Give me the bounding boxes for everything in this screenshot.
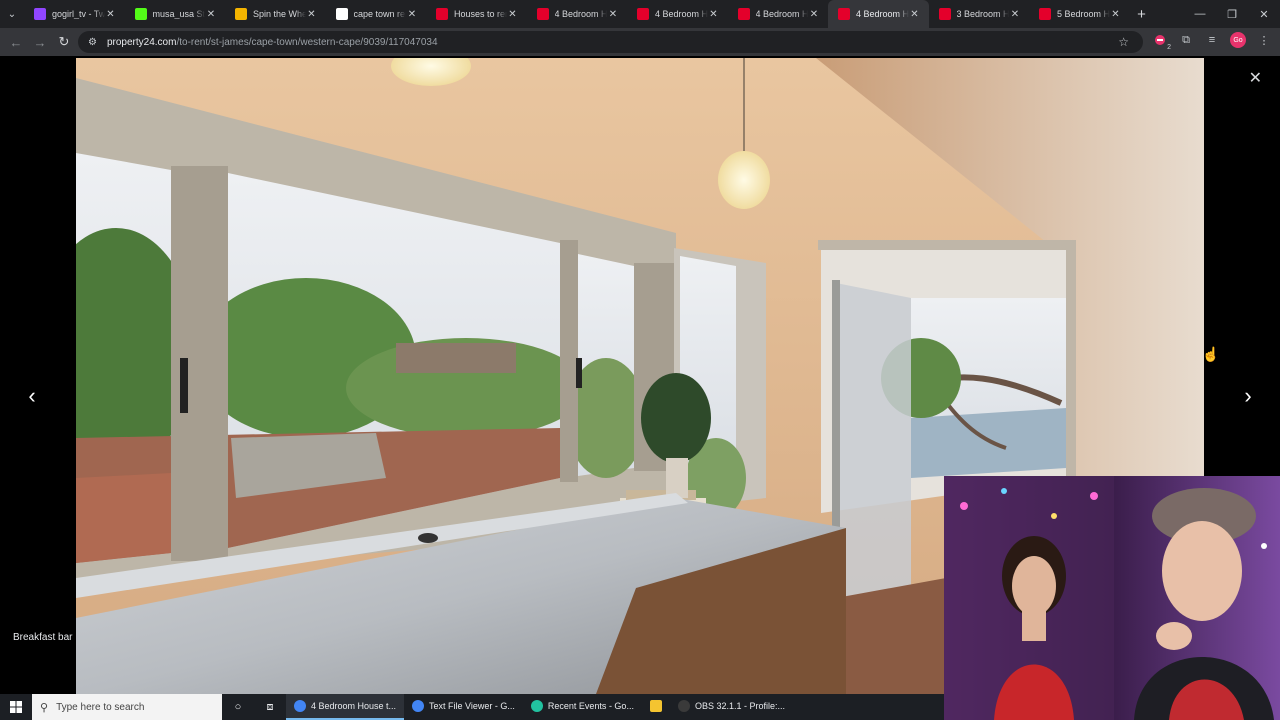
tab-title: Spin the Wheel [253, 9, 306, 19]
photo-caption: Breakfast bar [13, 632, 73, 643]
kick-icon [134, 8, 147, 20]
taskbar-app-label: OBS 32.1.1 - Profile:... [694, 701, 785, 711]
windows-start-icon[interactable] [0, 694, 32, 720]
browser-toolbar: ← → ↻ ⚙ property24.com/to-rent/st-james/… [0, 28, 1280, 56]
toolbar-right: 2 ⧉ ≡ Go ⋮ [1152, 32, 1272, 51]
tab-close-icon[interactable]: ✕ [105, 9, 117, 20]
tab-title: 5 Bedroom House [1057, 9, 1110, 19]
tabs-container: gogirl_tv - Twitch✕musa_usa Stream✕Spin … [24, 0, 1130, 28]
menu-kebab-icon[interactable]: ⋮ [1256, 32, 1272, 48]
extension-badge-icon[interactable]: 2 [1152, 32, 1171, 51]
tab-close-icon[interactable]: ✕ [406, 9, 418, 20]
tab-strip: ⌄ gogirl_tv - Twitch✕musa_usa Stream✕Spi… [0, 0, 1280, 28]
taskbar-app[interactable]: Recent Events - Go... [523, 694, 642, 720]
obs-icon [677, 700, 690, 712]
extensions-puzzle-icon[interactable]: ⧉ [1178, 32, 1194, 48]
browser-tab[interactable]: musa_usa Stream✕ [125, 0, 226, 28]
wheel-icon [235, 8, 247, 20]
taskbar-app[interactable] [642, 694, 670, 720]
reload-icon[interactable]: ↻ [52, 30, 76, 54]
chrome-icon [294, 700, 306, 712]
property24-icon [436, 8, 448, 20]
tab-close-icon[interactable]: ✕ [205, 9, 217, 20]
property24-icon [637, 8, 649, 20]
tab-close-icon[interactable]: ✕ [607, 9, 619, 20]
browser-tab[interactable]: gogirl_tv - Twitch✕ [24, 0, 125, 28]
property24-icon [838, 8, 850, 20]
windows-taskbar: ⚲ Type here to search ○ ⧈ 4 Bedroom Hous… [0, 694, 944, 720]
tab-title: musa_usa Stream [152, 9, 206, 19]
property24-icon [1039, 8, 1051, 20]
back-arrow-icon[interactable]: ← [4, 30, 28, 54]
tab-close-icon[interactable]: ✕ [708, 9, 720, 20]
app-icon [530, 700, 543, 712]
webcam-overlay [944, 476, 1280, 720]
task-view-icon[interactable]: ⧈ [254, 694, 286, 720]
taskbar-apps: 4 Bedroom House t... Text File Viewer - G… [286, 694, 793, 720]
extension-badge-count: 2 [1167, 44, 1171, 51]
tab-title: gogirl_tv - Twitch [52, 9, 105, 19]
taskbar-app[interactable]: 4 Bedroom House t... [286, 694, 405, 720]
browser-tab[interactable]: 3 Bedroom House✕ [929, 0, 1030, 28]
folder-icon [649, 700, 662, 712]
next-photo-chevron-icon[interactable]: › [1236, 383, 1260, 408]
screen: ⌄ gogirl_tv - Twitch✕musa_usa Stream✕Spi… [0, 0, 1280, 720]
browser-tab[interactable]: Houses to rent✕ [426, 0, 527, 28]
browser-tab[interactable]: cape town rentals✕ [326, 0, 427, 28]
tab-close-icon[interactable]: ✕ [507, 9, 519, 20]
google-icon [335, 8, 348, 20]
browser-tab[interactable]: 5 Bedroom House✕ [1029, 0, 1130, 28]
tab-title: 4 Bedroom House [554, 9, 608, 19]
tab-title: 4 Bedroom House [755, 9, 809, 19]
tab-close-icon[interactable]: ✕ [1009, 9, 1021, 20]
tab-title: cape town rentals [353, 9, 407, 19]
tab-title: Houses to rent [454, 9, 507, 19]
property24-icon [536, 8, 549, 20]
taskbar-search-box[interactable]: ⚲ Type here to search [32, 694, 222, 720]
url-path: /to-rent/st-james/cape-town/western-cape… [176, 36, 438, 48]
browser-tab[interactable]: Spin the Wheel✕ [225, 0, 326, 28]
taskbar-search-placeholder: Type here to search [56, 701, 145, 713]
cortana-circle-icon[interactable]: ○ [222, 694, 254, 720]
search-icon: ⚲ [40, 701, 49, 714]
tab-close-icon[interactable]: ✕ [808, 9, 820, 20]
new-tab-plus-icon[interactable]: + [1130, 6, 1154, 23]
previous-photo-chevron-icon[interactable]: ‹ [20, 383, 44, 408]
profile-avatar[interactable]: Go [1230, 32, 1246, 48]
minimize-icon[interactable]: — [1184, 0, 1216, 28]
url-domain: property24.com [106, 36, 177, 48]
browser-tab[interactable]: 4 Bedroom House✕ [828, 0, 929, 28]
taskbar-app-label: 4 Bedroom House t... [311, 701, 397, 711]
browser-tab[interactable]: 4 Bedroom House✕ [527, 0, 628, 28]
forward-arrow-icon[interactable]: → [28, 30, 52, 54]
property24-icon [938, 8, 951, 20]
tab-search-icon[interactable]: ⌄ [0, 0, 24, 28]
bookmark-star-icon[interactable]: ☆ [1118, 35, 1129, 49]
site-info-icon[interactable]: ⚙ [88, 37, 97, 48]
taskbar-app-label: Recent Events - Go... [547, 701, 634, 711]
tab-close-icon[interactable]: ✕ [306, 9, 318, 20]
chrome-icon [412, 700, 425, 712]
tab-title: 3 Bedroom House [956, 9, 1010, 19]
taskbar-app[interactable]: Text File Viewer - G... [404, 694, 523, 720]
taskbar-app-label: Text File Viewer - G... [429, 701, 515, 711]
tab-title: 4 Bedroom House [856, 9, 909, 19]
tab-title: 4 Bedroom House [655, 9, 708, 19]
taskbar-app[interactable]: OBS 32.1.1 - Profile:... [670, 694, 793, 720]
browser-tab[interactable]: 4 Bedroom House✕ [728, 0, 829, 28]
window-controls: — ❐ ✕ [1184, 0, 1280, 28]
property24-icon [737, 8, 750, 20]
media-control-icon[interactable]: ≡ [1204, 32, 1220, 48]
browser-tab[interactable]: 4 Bedroom House✕ [627, 0, 728, 28]
address-bar[interactable]: ⚙ property24.com/to-rent/st-james/cape-t… [78, 31, 1143, 53]
tab-close-icon[interactable]: ✕ [909, 9, 921, 20]
restore-icon[interactable]: ❐ [1216, 0, 1248, 28]
twitch-icon [34, 8, 46, 20]
close-window-icon[interactable]: ✕ [1248, 0, 1280, 28]
close-viewer-icon[interactable]: ✕ [1249, 68, 1262, 88]
hand-cursor-icon: ☝ [1202, 346, 1220, 362]
tab-close-icon[interactable]: ✕ [1110, 9, 1122, 20]
